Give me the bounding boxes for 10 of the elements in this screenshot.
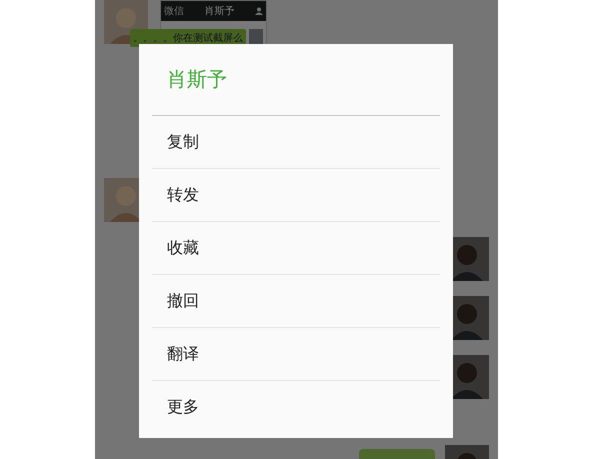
menu-title: 肖斯予 xyxy=(152,44,440,116)
menu-item[interactable]: 收藏 xyxy=(152,222,440,275)
menu-item[interactable]: 撤回 xyxy=(152,275,440,328)
menu-item[interactable]: 翻译 xyxy=(152,328,440,381)
menu-item[interactable]: 转发 xyxy=(152,169,440,222)
user-icon xyxy=(255,7,263,15)
menu-item[interactable]: 复制 xyxy=(152,116,440,169)
back-label: 微信 xyxy=(164,5,184,18)
screenshot-title: 肖斯予 xyxy=(204,4,234,18)
menu-item[interactable]: 更多 xyxy=(152,381,440,434)
